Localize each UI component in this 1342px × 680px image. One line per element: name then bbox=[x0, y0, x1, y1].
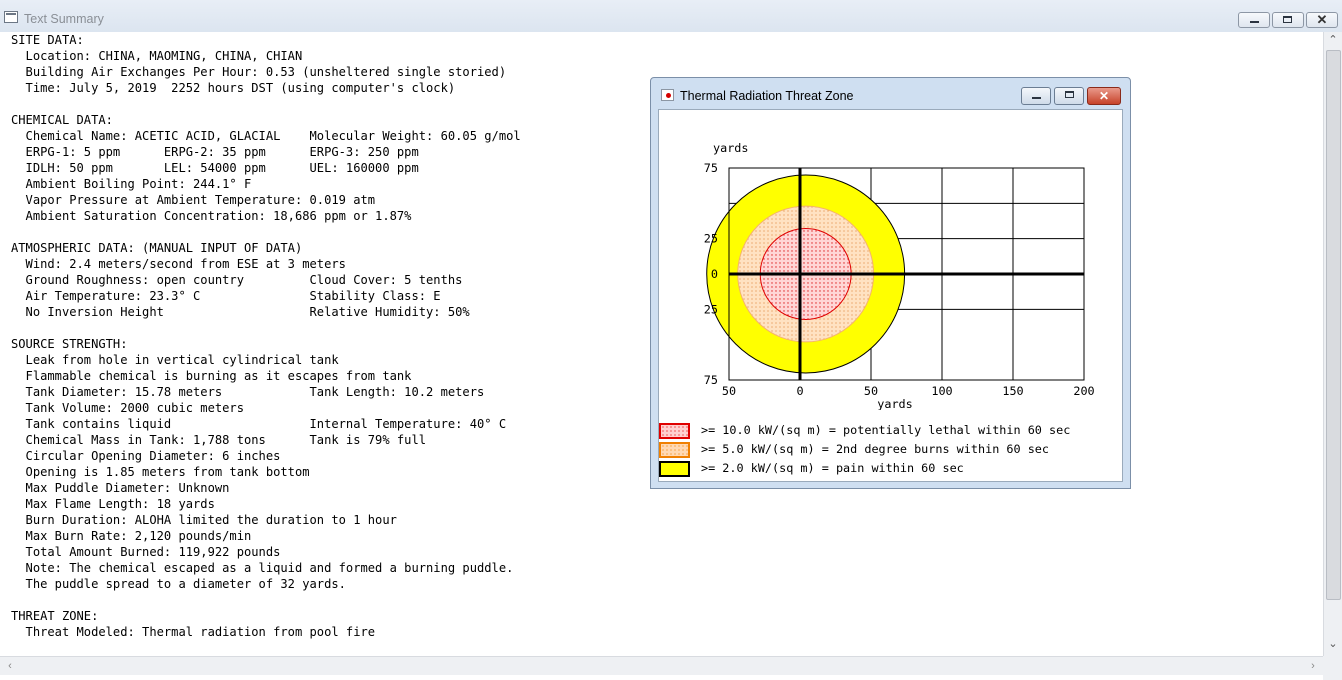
legend-label: >= 2.0 kW/(sq m) = pain within 60 sec bbox=[701, 461, 964, 475]
threat-zone-plot: yards 75 25 0 25 75 50 0 50 100 150 200 yards bbox=[704, 141, 1095, 410]
summary-line: Ambient Saturation Concentration: 18,686… bbox=[11, 209, 412, 223]
summary-line: Max Burn Rate: 2,120 pounds/min bbox=[11, 529, 252, 543]
summary-line: Chemical Mass in Tank: 1,788 tons Tank i… bbox=[11, 433, 427, 447]
summary-line: Total Amount Burned: 119,922 pounds bbox=[11, 545, 281, 559]
text-window-icon bbox=[4, 11, 18, 23]
summary-line: Opening is 1.85 meters from tank bottom bbox=[11, 465, 310, 479]
scroll-right-arrow-icon[interactable]: › bbox=[1305, 657, 1321, 675]
y-tick-label: 25 bbox=[704, 232, 718, 246]
x-tick-label: 100 bbox=[931, 384, 952, 398]
threat-zone-title: Thermal Radiation Threat Zone bbox=[680, 89, 854, 103]
summary-line: Building Air Exchanges Per Hour: 0.53 (u… bbox=[11, 65, 507, 79]
x-tick-label: 150 bbox=[1002, 384, 1023, 398]
summary-line: Flammable chemical is burning as it esca… bbox=[11, 369, 412, 383]
summary-line: Leak from hole in vertical cylindrical t… bbox=[11, 353, 339, 367]
summary-line: Chemical Name: ACETIC ACID, GLACIAL Mole… bbox=[11, 129, 521, 143]
summary-line: IDLH: 50 ppm LEL: 54000 ppm UEL: 160000 … bbox=[11, 161, 419, 175]
summary-line: Tank Volume: 2000 cubic meters bbox=[11, 401, 244, 415]
x-unit-label: yards bbox=[877, 397, 913, 410]
scroll-up-arrow-icon[interactable]: ⌃ bbox=[1324, 32, 1342, 48]
main-window-title: Text Summary bbox=[24, 12, 104, 26]
plot-layer: 75 25 0 25 75 50 0 50 100 150 200 bbox=[704, 161, 1095, 398]
maximize-button[interactable] bbox=[1272, 12, 1304, 28]
minimize-icon bbox=[1032, 97, 1041, 99]
threat-zone-window-icon bbox=[661, 89, 674, 101]
summary-line: Vapor Pressure at Ambient Temperature: 0… bbox=[11, 193, 376, 207]
summary-line: Max Puddle Diameter: Unknown bbox=[11, 481, 230, 495]
minimize-icon bbox=[1250, 21, 1259, 23]
summary-line: The puddle spread to a diameter of 32 ya… bbox=[11, 577, 346, 591]
summary-line: Location: CHINA, MAOMING, CHINA, CHIAN bbox=[11, 49, 303, 63]
x-tick-label: 50 bbox=[722, 384, 736, 398]
close-button[interactable]: ✕ bbox=[1306, 12, 1338, 28]
summary-line: No Inversion Height Relative Humidity: 5… bbox=[11, 305, 470, 319]
summary-line: Time: July 5, 2019 2252 hours DST (using… bbox=[11, 81, 456, 95]
summary-line: SOURCE STRENGTH: bbox=[11, 337, 128, 351]
summary-line: Note: The chemical escaped as a liquid a… bbox=[11, 561, 514, 575]
summary-line: Tank contains liquid Internal Temperatur… bbox=[11, 417, 507, 431]
threat-minimize-button[interactable] bbox=[1021, 87, 1051, 105]
y-tick-label: 25 bbox=[704, 302, 718, 316]
vertical-scrollbar[interactable]: ⌃ ⌄ bbox=[1323, 32, 1342, 656]
horizontal-scrollbar[interactable]: ‹ › bbox=[0, 656, 1323, 675]
summary-line: Air Temperature: 23.3° C Stability Class… bbox=[11, 289, 441, 303]
summary-line: Wind: 2.4 meters/second from ESE at 3 me… bbox=[11, 257, 346, 271]
summary-line: Ground Roughness: open country Cloud Cov… bbox=[11, 273, 463, 287]
vertical-scroll-thumb[interactable] bbox=[1326, 50, 1341, 600]
x-tick-label: 50 bbox=[864, 384, 878, 398]
legend-swatch bbox=[659, 461, 690, 477]
summary-line: THREAT ZONE: bbox=[11, 609, 99, 623]
summary-line: Ambient Boiling Point: 244.1° F bbox=[11, 177, 252, 191]
threat-zone-window[interactable]: Thermal Radiation Threat Zone ✕ yards 75… bbox=[650, 77, 1131, 489]
scrollbar-corner bbox=[1323, 656, 1342, 680]
summary-line: ATMOSPHERIC DATA: (MANUAL INPUT OF DATA) bbox=[11, 241, 303, 255]
y-tick-label: 0 bbox=[711, 267, 718, 281]
threat-legend: >= 10.0 kW/(sq m) = potentially lethal w… bbox=[659, 422, 1122, 482]
close-icon: ✕ bbox=[1316, 12, 1328, 27]
summary-line: Burn Duration: ALOHA limited the duratio… bbox=[11, 513, 397, 527]
summary-line: Tank Diameter: 15.78 meters Tank Length:… bbox=[11, 385, 485, 399]
legend-label: >= 10.0 kW/(sq m) = potentially lethal w… bbox=[701, 423, 1071, 437]
summary-line: ERPG-1: 5 ppm ERPG-2: 35 ppm ERPG-3: 250… bbox=[11, 145, 419, 159]
scroll-left-arrow-icon[interactable]: ‹ bbox=[2, 657, 18, 675]
main-title-bar: Text Summary ✕ bbox=[0, 0, 1342, 33]
summary-line: Max Flame Length: 18 yards bbox=[11, 497, 215, 511]
threat-maximize-button[interactable] bbox=[1054, 87, 1084, 105]
summary-line: Threat Modeled: Thermal radiation from p… bbox=[11, 625, 376, 639]
scroll-down-arrow-icon[interactable]: ⌄ bbox=[1324, 636, 1342, 652]
threat-close-button[interactable]: ✕ bbox=[1087, 87, 1121, 105]
threat-zone-title-bar[interactable]: Thermal Radiation Threat Zone ✕ bbox=[651, 78, 1130, 107]
summary-line: Circular Opening Diameter: 6 inches bbox=[11, 449, 281, 463]
x-tick-label: 0 bbox=[796, 384, 803, 398]
y-tick-label: 75 bbox=[704, 161, 718, 175]
threat-zone-body: yards 75 25 0 25 75 50 0 50 100 150 200 yards >= 1… bbox=[658, 109, 1123, 482]
maximize-icon bbox=[1283, 16, 1292, 23]
legend-swatch bbox=[659, 442, 690, 458]
y-unit-label: yards bbox=[713, 141, 749, 155]
minimize-button[interactable] bbox=[1238, 12, 1270, 28]
summary-line: SITE DATA: bbox=[11, 33, 84, 47]
y-tick-label: 75 bbox=[704, 373, 718, 387]
x-tick-label: 200 bbox=[1073, 384, 1094, 398]
restore-icon bbox=[1065, 91, 1074, 98]
legend-label: >= 5.0 kW/(sq m) = 2nd degree burns with… bbox=[701, 442, 1050, 456]
legend-swatch bbox=[659, 423, 690, 439]
summary-text: SITE DATA: Location: CHINA, MAOMING, CHI… bbox=[11, 32, 521, 640]
close-icon: ✕ bbox=[1098, 89, 1110, 103]
summary-line: CHEMICAL DATA: bbox=[11, 113, 113, 127]
